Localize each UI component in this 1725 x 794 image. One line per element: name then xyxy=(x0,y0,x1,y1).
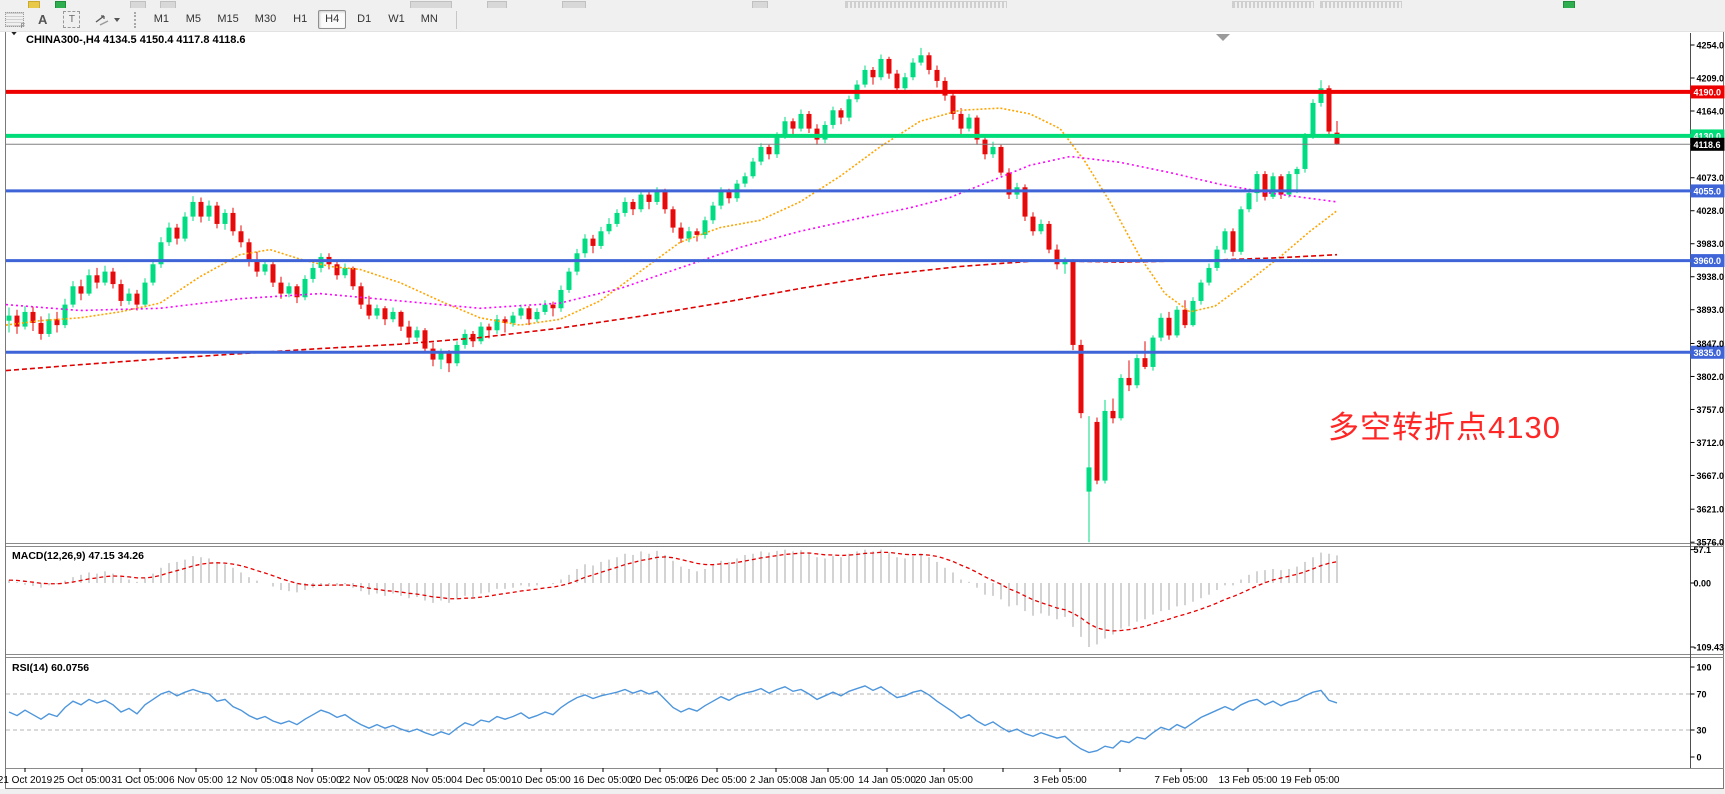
toolbar-separator xyxy=(456,11,457,29)
time-label: 26 Dec 05:00 xyxy=(687,775,747,786)
svg-text:4209.0: 4209.0 xyxy=(1697,74,1725,84)
cursor-grid-icon: F xyxy=(5,12,24,27)
timeframe-button-D1[interactable]: D1 xyxy=(350,10,378,29)
svg-text:57.1: 57.1 xyxy=(1694,545,1712,555)
chart-title: CHINA300-,H4 4134.5 4150.4 4117.8 4118.6 xyxy=(26,34,246,46)
time-label: 22 Nov 05:00 xyxy=(339,775,399,786)
level-badge-3960.0: 3960.0 xyxy=(1694,256,1722,266)
current-price-badge: 4118.6 xyxy=(1694,140,1721,150)
time-label: 19 Feb 05:00 xyxy=(1281,775,1340,786)
trendline-tool-button[interactable] xyxy=(92,10,123,29)
time-label: 21 Oct 2019 xyxy=(0,775,53,786)
clipped-toolbar-row xyxy=(0,0,1725,8)
svg-text:0.00: 0.00 xyxy=(1694,579,1712,589)
chart-area[interactable]: 4190.04130.04055.03960.03835.04118.6 425… xyxy=(0,0,1725,794)
timeframe-button-M5[interactable]: M5 xyxy=(179,10,207,29)
svg-text:3893.0: 3893.0 xyxy=(1697,305,1725,315)
time-label: 4 Dec 05:00 xyxy=(457,775,511,786)
time-label: 3 Feb 05:00 xyxy=(1033,775,1087,786)
svg-text:4254.0: 4254.0 xyxy=(1697,41,1725,51)
svg-text:3802.0: 3802.0 xyxy=(1697,372,1725,382)
time-label: 2 Jan 05:00 xyxy=(750,775,803,786)
svg-text:100: 100 xyxy=(1697,663,1712,673)
level-badge-4190.0: 4190.0 xyxy=(1694,87,1722,97)
trendline-icon xyxy=(95,13,111,27)
chart-annotation-text: 多空转折点4130 xyxy=(1328,402,1561,447)
level-badge-4055.0: 4055.0 xyxy=(1694,186,1722,196)
svg-text:3983.0: 3983.0 xyxy=(1697,239,1725,249)
time-label: 18 Nov 05:00 xyxy=(282,775,342,786)
svg-text:3621.0: 3621.0 xyxy=(1697,505,1725,515)
text-label-tool-button[interactable]: A xyxy=(35,10,50,29)
time-label: 14 Jan 05:00 xyxy=(858,775,916,786)
svg-text:30: 30 xyxy=(1697,726,1707,736)
time-label: 10 Dec 05:00 xyxy=(511,775,571,786)
timeframe-button-H1[interactable]: H1 xyxy=(286,10,314,29)
time-label: 16 Dec 05:00 xyxy=(573,775,633,786)
timeframe-button-MN[interactable]: MN xyxy=(415,10,444,29)
svg-text:0: 0 xyxy=(1697,753,1702,763)
time-label: 20 Jan 05:00 xyxy=(915,775,973,786)
time-label: 6 Nov 05:00 xyxy=(169,775,223,786)
timeframe-button-H4[interactable]: H4 xyxy=(318,10,346,29)
letter-a-icon: A xyxy=(38,12,47,27)
level-badge-3835.0: 3835.0 xyxy=(1694,348,1722,358)
timeframe-button-W1[interactable]: W1 xyxy=(382,10,411,29)
time-label: 12 Nov 05:00 xyxy=(226,775,286,786)
svg-text:3847.0: 3847.0 xyxy=(1697,339,1725,349)
time-label: 13 Feb 05:00 xyxy=(1219,775,1278,786)
svg-text:4164.0: 4164.0 xyxy=(1697,107,1725,117)
timeframe-button-M15[interactable]: M15 xyxy=(211,10,244,29)
text-box-tool-button[interactable]: T xyxy=(60,10,83,29)
timeframe-button-M1[interactable]: M1 xyxy=(147,10,175,29)
svg-text:-109.43: -109.43 xyxy=(1694,643,1725,653)
toolbar-grip-handle[interactable] xyxy=(134,12,140,28)
svg-text:70: 70 xyxy=(1697,690,1707,700)
time-label: 28 Nov 05:00 xyxy=(397,775,457,786)
svg-text:3667.0: 3667.0 xyxy=(1697,471,1725,481)
timeframe-button-M30[interactable]: M30 xyxy=(249,10,282,29)
time-label: 25 Oct 05:00 xyxy=(53,775,111,786)
timeframe-button-group: M1M5M15 M30H1H4D1W1MN xyxy=(147,10,447,29)
svg-text:4073.0: 4073.0 xyxy=(1697,173,1725,183)
svg-text:3938.0: 3938.0 xyxy=(1697,272,1725,282)
cursor-grid-tool-button[interactable]: F xyxy=(2,10,27,29)
time-label: 31 Oct 05:00 xyxy=(111,775,169,786)
svg-text:4028.0: 4028.0 xyxy=(1697,206,1725,216)
svg-text:3757.0: 3757.0 xyxy=(1697,405,1725,415)
time-label: 8 Jan 05:00 xyxy=(802,775,855,786)
dropdown-caret-icon xyxy=(114,18,120,22)
svg-text:3712.0: 3712.0 xyxy=(1697,438,1725,448)
rsi-label: RSI(14) 60.0756 xyxy=(12,662,89,674)
letter-t-box-icon: T xyxy=(63,11,80,28)
macd-label: MACD(12,26,9) 47.15 34.26 xyxy=(12,550,144,562)
main-toolbar: F A T M1M5M15 M30H1H4D1W1MN xyxy=(0,8,1725,32)
time-label: 7 Feb 05:00 xyxy=(1154,775,1208,786)
time-label: 20 Dec 05:00 xyxy=(630,775,690,786)
